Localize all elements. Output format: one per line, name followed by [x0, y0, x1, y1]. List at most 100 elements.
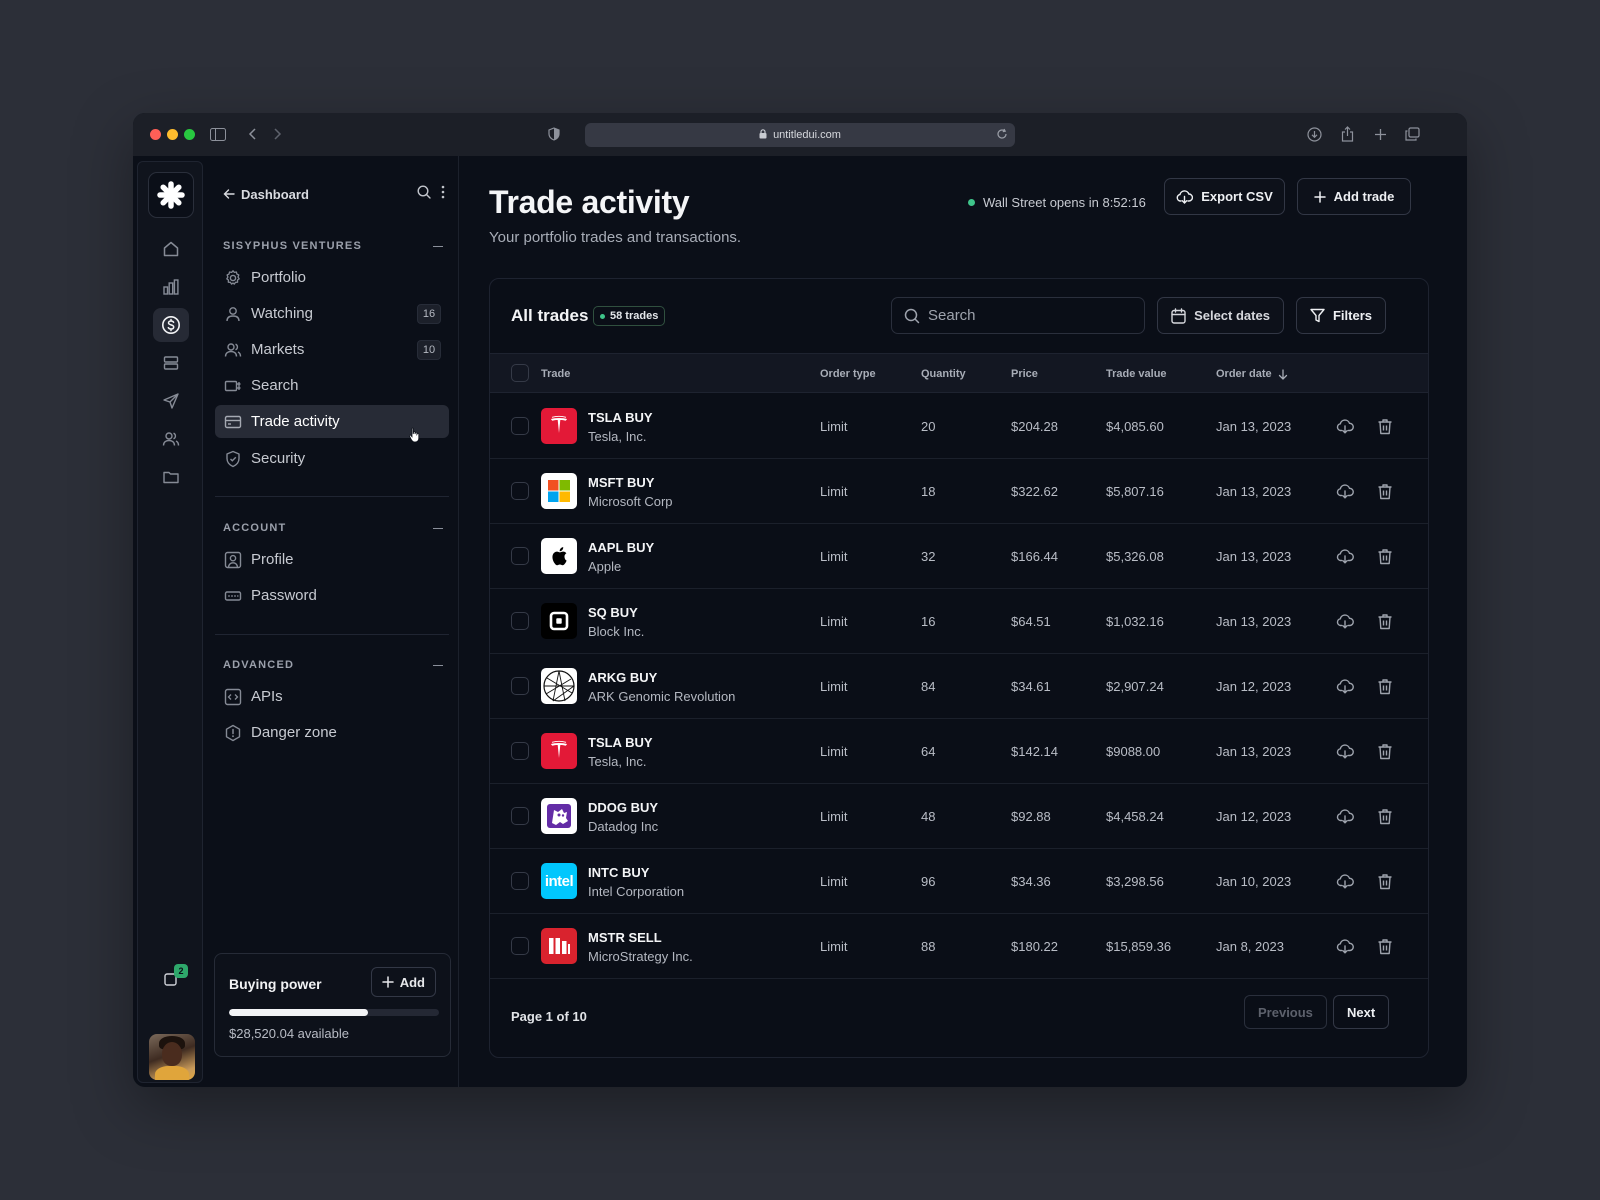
column-header-trade-value[interactable]: Trade value — [1106, 368, 1167, 380]
export-csv-button[interactable]: Export CSV — [1164, 178, 1285, 215]
column-header-order-date[interactable]: Order date — [1216, 368, 1288, 380]
search-icon[interactable] — [417, 184, 431, 204]
sidebar-item-label: Profile — [251, 551, 294, 568]
back-to-dashboard-link[interactable]: Dashboard — [223, 187, 309, 202]
table-row[interactable]: SQ BUY Block Inc. Limit 16 $64.51 $1,032… — [490, 588, 1428, 654]
trades-search[interactable] — [891, 297, 1145, 334]
table-row[interactable]: AAPL BUY Apple Limit 32 $166.44 $5,326.0… — [490, 523, 1428, 589]
privacy-shield-icon[interactable] — [545, 124, 563, 144]
layers-icon[interactable] — [153, 346, 189, 380]
download-icon[interactable] — [1335, 871, 1355, 891]
zoom-window-button[interactable] — [184, 129, 195, 140]
search-input[interactable] — [928, 307, 1128, 324]
sidebar-item-apis[interactable]: APIs — [215, 680, 449, 713]
price: $204.28 — [1011, 419, 1058, 434]
previous-page-button[interactable]: Previous — [1244, 995, 1327, 1029]
add-trade-button[interactable]: Add trade — [1297, 178, 1411, 215]
collapse-icon[interactable] — [433, 527, 443, 529]
order-date: Jan 13, 2023 — [1216, 549, 1292, 564]
app-logo[interactable] — [148, 172, 194, 218]
sidebar-toggle-icon[interactable] — [209, 124, 227, 144]
trash-icon[interactable] — [1375, 871, 1395, 891]
select-dates-button[interactable]: Select dates — [1157, 297, 1284, 334]
column-header-order-type[interactable]: Order type — [820, 368, 876, 380]
download-icon[interactable] — [1335, 741, 1355, 761]
row-checkbox[interactable] — [511, 547, 529, 565]
address-bar[interactable]: untitledui.com — [585, 123, 1015, 147]
row-checkbox[interactable] — [511, 742, 529, 760]
market-status-text: Wall Street opens in 8:52:16 — [983, 195, 1146, 210]
table-row[interactable]: TSLA BUY Tesla, Inc. Limit 20 $204.28 $4… — [490, 393, 1428, 459]
folder-icon[interactable] — [153, 460, 189, 494]
table-row[interactable]: TSLA BUY Tesla, Inc. Limit 64 $142.14 $9… — [490, 718, 1428, 784]
sidebar-item-watching[interactable]: Watching 16 — [215, 297, 449, 330]
share-icon[interactable] — [1338, 124, 1356, 144]
row-checkbox[interactable] — [511, 417, 529, 435]
add-funds-button[interactable]: Add — [370, 967, 436, 997]
row-checkbox[interactable] — [511, 482, 529, 500]
trash-icon[interactable] — [1375, 611, 1395, 631]
trash-icon[interactable] — [1375, 676, 1395, 696]
trash-icon[interactable] — [1375, 806, 1395, 826]
home-icon[interactable] — [153, 232, 189, 266]
download-icon[interactable] — [1335, 481, 1355, 501]
sidebar-item-profile[interactable]: Profile — [215, 543, 449, 576]
new-tab-icon[interactable] — [1371, 124, 1389, 144]
collapse-icon[interactable] — [433, 664, 443, 666]
table-row[interactable]: intel INTC BUY Intel Corporation Limit 9… — [490, 848, 1428, 914]
column-header-quantity[interactable]: Quantity — [921, 368, 966, 380]
user-square-icon — [223, 550, 243, 570]
buying-power-progress-fill — [229, 1009, 368, 1016]
row-checkbox[interactable] — [511, 677, 529, 695]
intel-wordmark: intel — [544, 872, 574, 890]
sidebar-item-markets[interactable]: Markets 10 — [215, 333, 449, 366]
row-checkbox[interactable] — [511, 872, 529, 890]
close-window-button[interactable] — [150, 129, 161, 140]
trash-icon[interactable] — [1375, 416, 1395, 436]
reload-icon[interactable] — [996, 128, 1008, 143]
browser-back-icon[interactable] — [245, 124, 259, 144]
dollar-icon[interactable] — [153, 308, 189, 342]
minimize-window-button[interactable] — [167, 129, 178, 140]
table-row[interactable]: MSTR SELL MicroStrategy Inc. Limit 88 $1… — [490, 913, 1428, 979]
trash-icon[interactable] — [1375, 741, 1395, 761]
trash-icon[interactable] — [1375, 481, 1395, 501]
sidebar-item-search[interactable]: Search — [215, 369, 449, 402]
sidebar-item-portfolio[interactable]: Portfolio — [215, 261, 449, 294]
table-row[interactable]: DDOG BUY Datadog Inc Limit 48 $92.88 $4,… — [490, 783, 1428, 849]
row-checkbox[interactable] — [511, 937, 529, 955]
send-icon[interactable] — [153, 384, 189, 418]
more-vertical-icon[interactable] — [441, 185, 445, 204]
table-row[interactable]: ARKG BUY ARK Genomic Revolution Limit 84… — [490, 653, 1428, 719]
filters-button[interactable]: Filters — [1296, 297, 1386, 334]
user-avatar[interactable] — [149, 1034, 195, 1080]
downloads-icon[interactable] — [1305, 124, 1323, 144]
download-icon[interactable] — [1335, 546, 1355, 566]
tab-overview-icon[interactable] — [1403, 124, 1421, 144]
download-icon[interactable] — [1335, 806, 1355, 826]
collapse-icon[interactable] — [433, 245, 443, 247]
next-page-button[interactable]: Next — [1333, 995, 1390, 1029]
download-icon[interactable] — [1335, 416, 1355, 436]
select-all-checkbox[interactable] — [511, 364, 529, 382]
sidebar-item-danger-zone[interactable]: Danger zone — [215, 716, 449, 749]
section-header-ventures[interactable]: SISYPHUS VENTURES — [223, 239, 447, 253]
browser-forward-icon[interactable] — [271, 124, 285, 144]
sidebar-item-trade-activity[interactable]: Trade activity — [215, 405, 449, 443]
row-checkbox[interactable] — [511, 612, 529, 630]
row-checkbox[interactable] — [511, 807, 529, 825]
sidebar-item-password[interactable]: Password — [215, 579, 449, 612]
trash-icon[interactable] — [1375, 936, 1395, 956]
users-icon[interactable] — [153, 422, 189, 456]
download-icon[interactable] — [1335, 936, 1355, 956]
bar-chart-icon[interactable] — [153, 270, 189, 304]
section-header-account[interactable]: ACCOUNT — [223, 521, 447, 535]
column-header-trade[interactable]: Trade — [541, 368, 570, 380]
column-header-price[interactable]: Price — [1011, 368, 1038, 380]
section-header-advanced[interactable]: ADVANCED — [223, 658, 447, 672]
trash-icon[interactable] — [1375, 546, 1395, 566]
table-row[interactable]: MSFT BUY Microsoft Corp Limit 18 $322.62… — [490, 458, 1428, 524]
download-icon[interactable] — [1335, 611, 1355, 631]
download-icon[interactable] — [1335, 676, 1355, 696]
sidebar-item-security[interactable]: Security — [215, 442, 449, 475]
